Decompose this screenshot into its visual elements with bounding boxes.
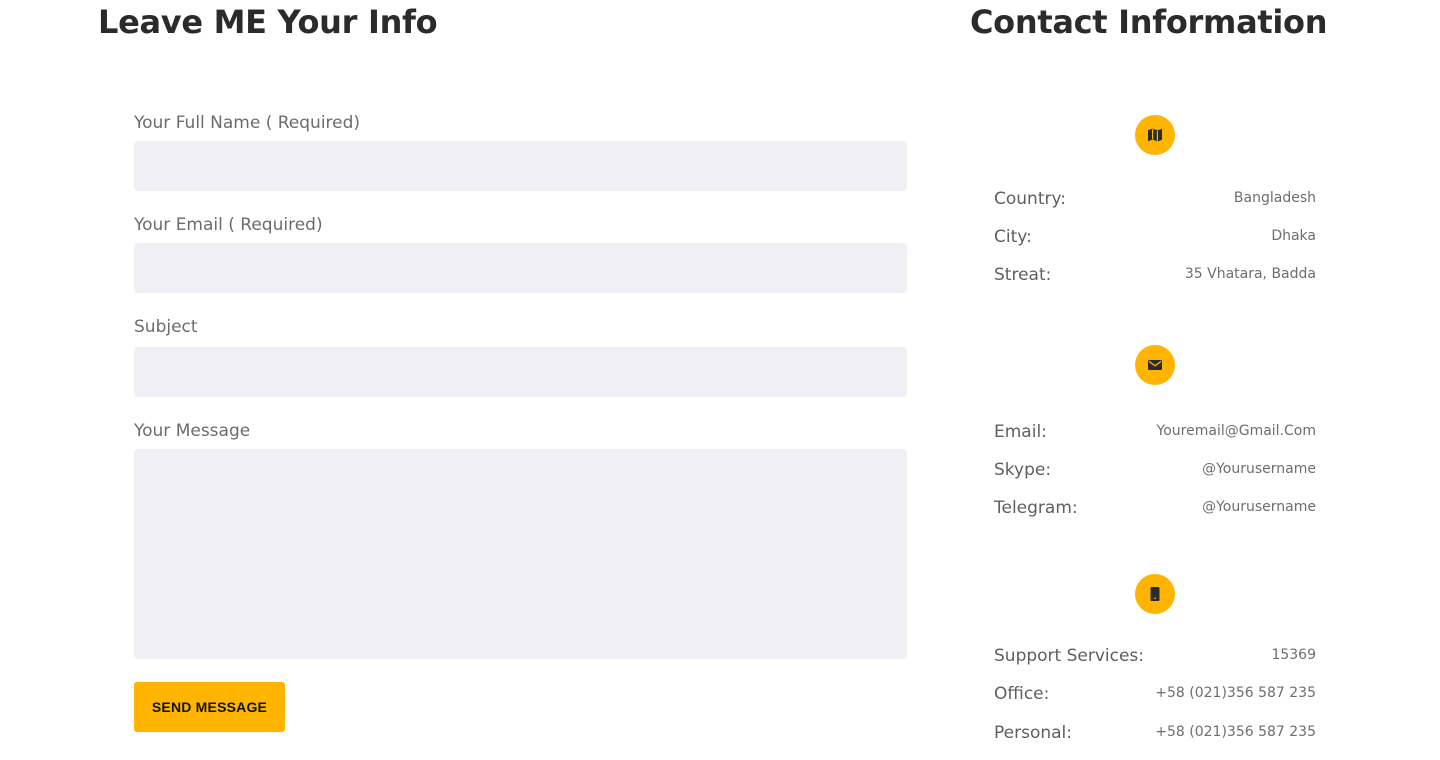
subject-label: Subject: [134, 317, 198, 337]
info-row-city: City: Dhaka: [994, 225, 1316, 249]
message-textarea[interactable]: [134, 449, 907, 659]
envelope-icon: [1135, 345, 1175, 385]
info-row-support: Support Services: 15369: [994, 644, 1316, 668]
map-icon: [1135, 115, 1175, 155]
info-value: Dhaka: [1271, 228, 1316, 244]
info-row-skype: Skype: @Yourusername: [994, 458, 1316, 482]
info-row-telegram: Telegram: @Yourusername: [994, 496, 1316, 520]
info-key: Personal:: [994, 723, 1072, 743]
email-label: Your Email ( Required): [134, 215, 323, 235]
info-row-personal: Personal: +58 (021)356 587 235: [994, 721, 1316, 745]
info-row-country: Country: Bangladesh: [994, 187, 1316, 211]
full-name-input[interactable]: [134, 141, 907, 191]
info-key: Support Services:: [994, 646, 1145, 666]
info-value: +58 (021)356 587 235: [1155, 724, 1316, 740]
info-row-email: Email: Youremail@Gmail.Com: [994, 420, 1316, 444]
phone-icon: [1135, 574, 1175, 614]
full-name-label: Your Full Name ( Required): [134, 113, 361, 133]
send-message-button[interactable]: SEND MESSAGE: [134, 682, 285, 732]
info-key: Streat:: [994, 265, 1052, 285]
info-value: 15369: [1271, 647, 1316, 663]
info-value: 35 Vhatara, Badda: [1184, 266, 1316, 282]
info-row-street: Streat: 35 Vhatara, Badda: [994, 263, 1316, 287]
info-key: City:: [994, 227, 1032, 247]
subject-input[interactable]: [134, 347, 907, 397]
info-value: Bangladesh: [1233, 190, 1316, 206]
info-key: Office:: [994, 684, 1050, 704]
info-row-office: Office: +58 (021)356 587 235: [994, 682, 1316, 706]
info-value: @Yourusername: [1202, 499, 1316, 515]
info-value: +58 (021)356 587 235: [1155, 685, 1316, 701]
contact-title: Contact Information: [970, 3, 1328, 41]
info-key: Skype:: [994, 460, 1052, 480]
message-label: Your Message: [134, 421, 251, 441]
info-value: Youremail@Gmail.Com: [1156, 423, 1316, 439]
info-key: Country:: [994, 189, 1067, 209]
info-key: Email:: [994, 422, 1047, 442]
form-title: Leave ME Your Info: [98, 3, 438, 41]
page: Leave ME Your Info Contact Information Y…: [0, 0, 1440, 760]
email-input[interactable]: [134, 243, 907, 293]
info-key: Telegram:: [994, 498, 1078, 518]
info-value: @Yourusername: [1202, 461, 1316, 477]
